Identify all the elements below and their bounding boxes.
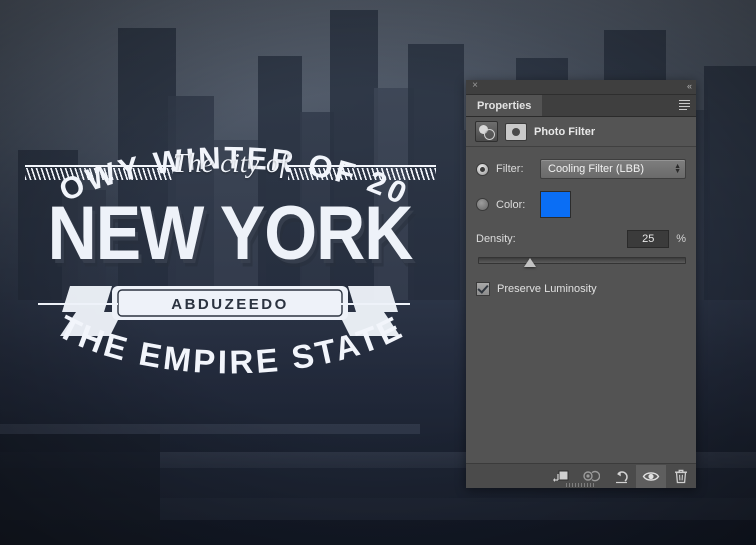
panel-footer xyxy=(466,463,696,488)
panel-resize-grip[interactable] xyxy=(566,483,596,487)
density-row: Density: 25 % xyxy=(476,230,686,248)
poster-arc-bottom: THE EMPIRE STATE xyxy=(0,308,460,440)
panel-body: Filter: Cooling Filter (LBB) ▲ ▼ Color: D… xyxy=(466,147,696,296)
reset-icon xyxy=(615,470,628,483)
filter-row: Filter: Cooling Filter (LBB) ▲ ▼ xyxy=(476,159,686,179)
eye-icon xyxy=(642,471,660,481)
properties-panel: × « Properties Photo Filter Filter: Cool… xyxy=(466,80,696,488)
collapse-to-icons-icon[interactable]: « xyxy=(687,81,692,92)
page-title: Photo Filter xyxy=(534,125,596,138)
density-slider-thumb[interactable] xyxy=(523,258,536,267)
panel-header-row: Photo Filter xyxy=(466,117,696,147)
preserve-luminosity-checkbox[interactable] xyxy=(476,282,490,296)
filter-radio[interactable] xyxy=(476,162,489,176)
poster-artwork: SNOWY WINTER OF 2014 The city of NEW YOR… xyxy=(0,0,460,545)
density-slider[interactable] xyxy=(478,254,686,268)
density-unit: % xyxy=(676,233,686,245)
poster-side-line-left xyxy=(38,303,118,305)
filter-select[interactable]: Cooling Filter (LBB) ▲ ▼ xyxy=(540,159,686,179)
poster-arc-top-text: SNOWY WINTER OF 2014 xyxy=(0,60,412,212)
color-swatch[interactable] xyxy=(540,191,571,218)
color-radio[interactable] xyxy=(476,198,489,211)
screen: SNOWY WINTER OF 2014 The city of NEW YOR… xyxy=(0,0,756,545)
filter-label: Filter: xyxy=(496,163,524,175)
density-input[interactable]: 25 xyxy=(627,230,670,248)
toggle-visibility-button[interactable] xyxy=(636,464,666,488)
clip-to-layer-icon xyxy=(552,470,568,482)
density-slider-track xyxy=(478,257,686,264)
layer-thumbnail-icon[interactable] xyxy=(505,122,527,141)
stepper-arrows-icon: ▲ ▼ xyxy=(674,163,681,175)
panel-menu-icon[interactable] xyxy=(679,100,691,111)
view-previous-state-icon xyxy=(583,470,600,482)
preserve-luminosity-row[interactable]: Preserve Luminosity xyxy=(476,282,686,296)
poster-city-name: NEW YORK xyxy=(47,190,414,276)
tab-properties[interactable]: Properties xyxy=(466,95,543,116)
poster-script-text: The city of xyxy=(173,148,287,178)
trash-icon xyxy=(675,469,687,483)
color-row: Color: xyxy=(476,191,686,218)
delete-adjustment-button[interactable] xyxy=(666,465,696,488)
reset-adjustment-button[interactable] xyxy=(606,465,636,488)
panel-top-strip: × « xyxy=(466,80,696,95)
svg-text:SNOWY WINTER OF 2014: SNOWY WINTER OF 2014 xyxy=(0,60,415,212)
filter-select-value: Cooling Filter (LBB) xyxy=(548,163,644,175)
color-label: Color: xyxy=(496,198,526,211)
poster-side-line-right xyxy=(330,303,410,305)
close-icon[interactable]: × xyxy=(470,81,480,91)
tab-properties-label: Properties xyxy=(477,99,532,112)
density-label: Density: xyxy=(476,233,516,245)
photo-filter-adjustment-icon[interactable] xyxy=(475,121,498,142)
preserve-luminosity-label: Preserve Luminosity xyxy=(497,283,597,295)
panel-tab-bar: Properties xyxy=(466,95,696,117)
